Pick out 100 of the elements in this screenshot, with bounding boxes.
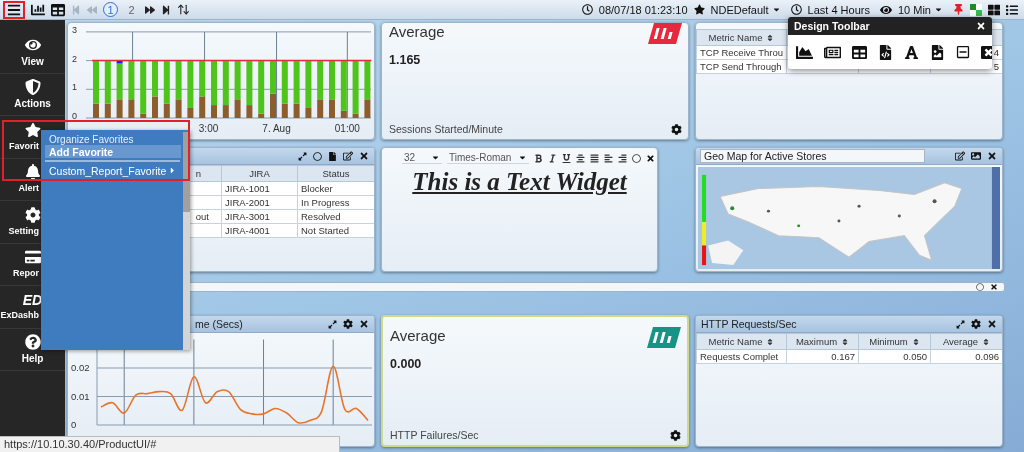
settings-icon[interactable] xyxy=(24,206,41,223)
table-cell: out xyxy=(195,211,209,222)
expand-icon[interactable] xyxy=(298,151,307,161)
close-icon[interactable] xyxy=(976,21,986,31)
refresh-dropdown[interactable]: 10 Min xyxy=(897,3,943,16)
table-cell: JIRA-4001 xyxy=(225,225,270,236)
axis-label: 3:00 xyxy=(198,123,219,134)
text-widget-content: This is a Text Widget xyxy=(412,168,627,196)
bar-chart-icon[interactable] xyxy=(31,2,45,17)
column-header[interactable]: n xyxy=(195,168,201,179)
close-icon[interactable] xyxy=(987,151,997,161)
align-center-icon[interactable] xyxy=(576,153,585,163)
date-time-text: 08/07/18 01:23:10 xyxy=(598,3,688,16)
axis-label: 3 xyxy=(72,24,77,35)
document-icon[interactable] xyxy=(328,151,337,161)
align-justify-icon[interactable] xyxy=(590,153,599,163)
page-number[interactable]: 1 xyxy=(103,2,118,17)
star-icon[interactable] xyxy=(693,4,705,15)
sidebar-label: Actions xyxy=(14,98,51,110)
table-cell: Not Started xyxy=(301,225,350,236)
eye-icon[interactable] xyxy=(879,3,892,16)
help-icon[interactable] xyxy=(24,334,41,351)
table-cell: In Progress xyxy=(301,197,350,208)
sidebar-label: Favorit xyxy=(9,140,39,152)
font-size-select[interactable]: 32 xyxy=(402,152,442,164)
stat-label: Average xyxy=(389,23,445,40)
time-range-button[interactable]: Last 4 Hours xyxy=(807,3,870,16)
clock-icon[interactable] xyxy=(790,4,802,15)
stat-caption: HTTP Failures/Sec xyxy=(390,429,479,441)
dashboard-logo: ED xyxy=(22,292,43,307)
stat-value: 1.165 xyxy=(389,53,421,67)
table-cell: 0.096 xyxy=(975,351,999,362)
image-file-icon[interactable] xyxy=(930,44,945,60)
table-cell: JIRA-1001 xyxy=(225,183,270,194)
menu-icon[interactable] xyxy=(7,2,21,17)
expand-icon[interactable] xyxy=(328,319,337,329)
close-icon[interactable] xyxy=(990,283,998,291)
column-header[interactable]: JIRA xyxy=(249,168,270,179)
edit-icon[interactable] xyxy=(955,151,965,161)
table-cell: 0.050 xyxy=(903,351,927,362)
sort-icon[interactable] xyxy=(177,3,190,16)
checker-icon[interactable] xyxy=(970,3,982,16)
sidebar-label: Setting xyxy=(8,225,39,237)
toolbar-title: Design Toolbar xyxy=(794,20,870,32)
expand-icon[interactable] xyxy=(956,319,965,329)
area-chart-icon[interactable] xyxy=(796,43,813,61)
menu-button[interactable] xyxy=(3,0,25,19)
italic-icon[interactable] xyxy=(548,153,557,163)
axis-label: 2 xyxy=(72,53,77,64)
close-icon[interactable] xyxy=(987,319,997,329)
underline-icon[interactable] xyxy=(562,153,571,163)
clock-icon[interactable] xyxy=(581,4,593,15)
pin-icon[interactable] xyxy=(953,4,964,15)
bold-icon[interactable] xyxy=(534,153,543,163)
caret-icon[interactable] xyxy=(431,153,440,162)
settings-icon[interactable] xyxy=(971,319,981,329)
font-select[interactable]: Times-Roman xyxy=(447,152,529,164)
table-cell: TCP Receive Throu xyxy=(700,47,784,58)
code-file-icon[interactable] xyxy=(878,44,893,60)
table-icon[interactable] xyxy=(51,2,65,17)
table-icon[interactable] xyxy=(852,44,867,60)
sidebar-label: ExDashb xyxy=(0,309,39,321)
sidebar-label: Alert xyxy=(18,183,39,195)
text-icon[interactable] xyxy=(904,44,919,60)
close-icon[interactable] xyxy=(646,153,655,163)
settings-icon[interactable] xyxy=(671,123,682,135)
title-field[interactable]: Geo Map for Active Stores xyxy=(700,149,925,163)
submenu-arrow-icon[interactable] xyxy=(168,166,177,175)
axis-label: 01:00 xyxy=(334,123,360,134)
sort-icon[interactable] xyxy=(911,337,920,346)
last-page-icon[interactable] xyxy=(161,4,171,15)
axis-label: 0 xyxy=(71,419,77,430)
list-icon[interactable] xyxy=(1006,3,1018,16)
sort-icon[interactable] xyxy=(766,33,775,42)
profile-dropdown[interactable]: NDEDefault xyxy=(710,3,781,16)
stat-caption: Sessions Started/Minute xyxy=(389,123,503,135)
caret-icon[interactable] xyxy=(934,5,943,14)
image-icon[interactable] xyxy=(971,151,981,161)
close-icon[interactable] xyxy=(359,319,369,329)
table-cell: JIRA-3001 xyxy=(225,211,270,222)
close-icon[interactable] xyxy=(981,44,992,60)
sort-icon[interactable] xyxy=(841,337,850,346)
align-left-icon[interactable] xyxy=(604,153,613,163)
settings-icon[interactable] xyxy=(343,319,353,329)
align-right-icon[interactable] xyxy=(618,153,627,163)
settings-icon[interactable] xyxy=(670,429,681,441)
edit-icon[interactable] xyxy=(343,151,353,161)
caret-icon[interactable] xyxy=(518,153,527,162)
sort-icon[interactable] xyxy=(766,337,775,346)
scrollbar[interactable] xyxy=(183,132,190,350)
grid-icon[interactable] xyxy=(988,3,1000,16)
axis-label: 0.02 xyxy=(71,362,90,373)
next-page-icon[interactable] xyxy=(145,4,155,15)
caret-icon[interactable] xyxy=(771,5,781,14)
sidebar-label: View xyxy=(21,55,44,67)
widget-title: HTTP Requests/Sec xyxy=(701,318,797,330)
page-number[interactable]: 2 xyxy=(124,2,139,17)
sort-icon[interactable] xyxy=(982,337,991,346)
close-icon[interactable] xyxy=(359,151,369,161)
table-cell: 0.167 xyxy=(831,351,855,362)
